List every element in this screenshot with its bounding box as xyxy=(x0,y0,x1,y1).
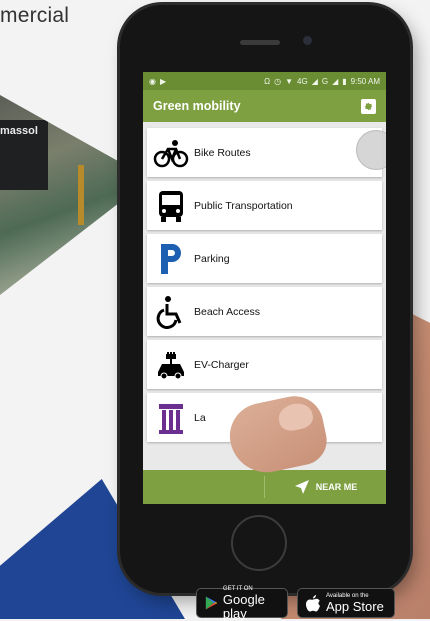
wifi-icon: ▼ xyxy=(285,76,294,86)
network-g: G xyxy=(321,76,329,86)
play-icon: ▶ xyxy=(159,76,167,86)
headphones-icon: Ω xyxy=(264,76,271,86)
phone-speaker xyxy=(240,40,280,45)
bottom-bar: NEAR ME xyxy=(143,470,386,504)
category-list: Bike Routes Public Transportation Parkin… xyxy=(143,122,386,442)
phone-camera xyxy=(303,36,312,45)
list-item-label: Bike Routes xyxy=(194,146,251,159)
alarm-icon: ◷ xyxy=(274,76,282,86)
app-title: Green mobility xyxy=(153,99,241,113)
apple-icon xyxy=(306,594,320,611)
list-item-label: La xyxy=(194,411,206,424)
app-store-big-text: App Store xyxy=(326,598,384,614)
wheelchair-icon xyxy=(156,295,182,329)
near-me-button[interactable]: NEAR ME xyxy=(265,470,386,504)
list-item-label: Parking xyxy=(194,252,230,265)
notification-icon: ◉ xyxy=(149,76,156,86)
list-item-label: Public Transportation xyxy=(194,199,293,212)
signal-icon-2: ◢ xyxy=(332,76,339,86)
bus-icon xyxy=(159,190,183,222)
scroll-indicator[interactable] xyxy=(356,130,386,170)
page-heading-fragment: mercial xyxy=(0,4,70,27)
photo-pole xyxy=(78,165,84,225)
photo-sign-text: massol xyxy=(0,125,38,137)
list-item-parking[interactable]: Parking xyxy=(147,234,382,283)
list-item-bike-routes[interactable]: Bike Routes xyxy=(147,128,386,177)
battery-icon: ▮ xyxy=(342,76,347,86)
bottom-bar-left[interactable] xyxy=(143,470,264,504)
bicycle-icon xyxy=(153,139,189,167)
gear-icon xyxy=(364,101,373,111)
google-play-icon xyxy=(205,596,218,610)
network-type: 4G xyxy=(297,76,308,86)
column-icon xyxy=(159,403,183,434)
phone-home-button[interactable] xyxy=(231,515,287,571)
app-store-badge[interactable]: Available on the App Store xyxy=(297,588,395,618)
list-item-ev-charger[interactable]: EV-Charger xyxy=(147,340,382,389)
app-bar: Green mobility xyxy=(143,90,386,122)
google-play-badge[interactable]: GET IT ON Google play xyxy=(196,586,288,621)
settings-button[interactable] xyxy=(361,98,376,114)
signal-icon: ◢ xyxy=(311,76,318,86)
list-item-label: EV-Charger xyxy=(194,358,249,371)
list-item-label: Beach Access xyxy=(194,305,260,318)
list-item-beach-access[interactable]: Beach Access xyxy=(147,287,382,336)
status-bar: ◉ ▶ Ω ◷ ▼ 4G ◢ G ◢ ▮ 9:50 AM xyxy=(143,72,386,90)
ev-charger-icon xyxy=(158,351,184,379)
thumb-nail xyxy=(276,400,315,434)
status-time: 9:50 AM xyxy=(350,76,380,86)
near-me-label: NEAR ME xyxy=(315,482,358,492)
navigation-arrow-icon xyxy=(294,480,309,494)
google-badge-big-text: Google play xyxy=(222,591,265,621)
list-item-public-transportation[interactable]: Public Transportation xyxy=(147,181,382,230)
parking-icon xyxy=(161,243,181,274)
